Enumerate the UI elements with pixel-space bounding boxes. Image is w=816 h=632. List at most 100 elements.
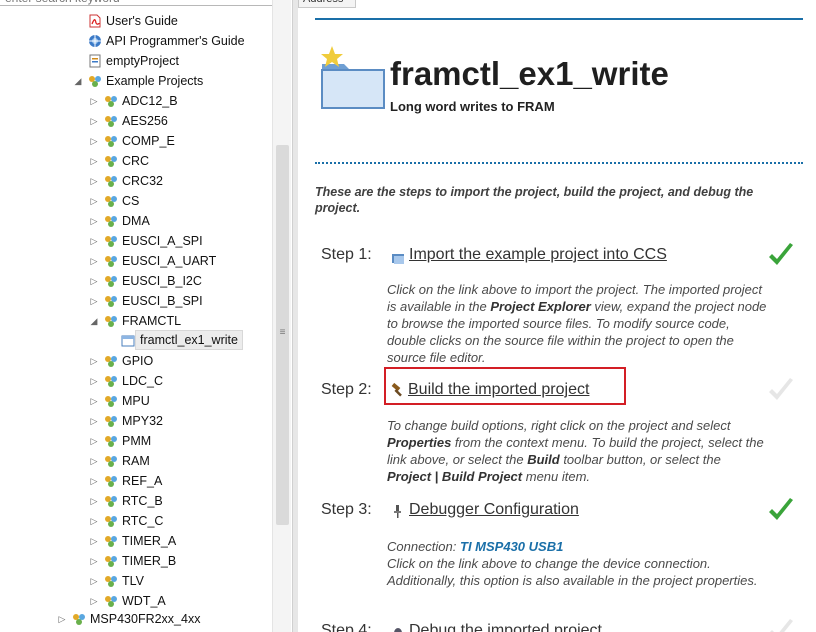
example-folder-icon [104, 254, 118, 268]
example-folder-icon [104, 454, 118, 468]
example-folder-icon [104, 314, 118, 328]
address-tab[interactable]: Address [298, 0, 356, 8]
step2-desc-bold: Properties [387, 435, 452, 450]
collapsed-arrow-icon[interactable]: ▷ [89, 111, 99, 131]
example-folder-icon [104, 174, 118, 188]
tree-item-label: TIMER_B [122, 554, 177, 568]
debugger-configuration-link[interactable]: Debugger Configuration [409, 501, 579, 519]
tree-item-label: LDC_C [122, 374, 163, 388]
example-folder-icon [104, 594, 118, 608]
example-folder-icon [104, 554, 118, 568]
collapsed-arrow-icon[interactable]: ▷ [89, 131, 99, 151]
tree-item-label: Example Projects [106, 74, 204, 88]
tree-item-label: CRC32 [122, 174, 163, 188]
collapsed-arrow-icon[interactable]: ▷ [89, 91, 99, 111]
expanded-arrow-icon[interactable]: ◢ [73, 71, 83, 91]
step2-desc-bold: Project | Build Project [387, 469, 523, 484]
tree-item-label: User's Guide [106, 14, 178, 28]
example-folder-icon [104, 494, 118, 508]
project-tree-panel: User's Guide API Programmer's Guide empt… [0, 0, 292, 632]
project-file-icon [88, 54, 102, 68]
collapsed-arrow-icon[interactable]: ▷ [89, 251, 99, 271]
step3-description: Click on the link above to change the de… [387, 556, 758, 588]
collapsed-arrow-icon[interactable]: ▷ [57, 609, 67, 629]
tree-item-label: GPIO [122, 354, 154, 368]
tree-item-label: TIMER_A [122, 534, 177, 548]
page-title: framctl_ex1_write [390, 55, 669, 92]
scroll-grip-icon: ≡ [279, 327, 286, 338]
collapsed-arrow-icon[interactable]: ▷ [89, 491, 99, 511]
import-icon [391, 250, 407, 266]
collapsed-arrow-icon[interactable]: ▷ [89, 471, 99, 491]
tree-item-label: CS [122, 194, 140, 208]
collapsed-arrow-icon[interactable]: ▷ [89, 511, 99, 531]
step1-desc-bold: Project Explorer [490, 299, 591, 314]
import-project-link[interactable]: Import the example project into CCS [409, 246, 667, 264]
example-folder-icon [104, 574, 118, 588]
collapsed-arrow-icon[interactable]: ▷ [89, 231, 99, 251]
dotted-divider [315, 162, 803, 164]
step3-label: Step 3: [321, 501, 372, 518]
collapsed-arrow-icon[interactable]: ▷ [89, 391, 99, 411]
debug-project-link[interactable]: Debug the imported project [409, 622, 602, 632]
collapsed-arrow-icon[interactable]: ▷ [89, 211, 99, 231]
search-input[interactable] [0, 0, 288, 6]
example-folder-icon [104, 374, 118, 388]
step2-desc-text: toolbar button, or select the [559, 452, 721, 467]
collapsed-arrow-icon[interactable]: ▷ [89, 371, 99, 391]
example-folder-icon [104, 214, 118, 228]
tree-item-label: TLV [122, 574, 144, 588]
step4-label: Step 4: [321, 622, 372, 632]
example-folder-icon [104, 354, 118, 368]
tree-item-label: RTC_B [122, 494, 163, 508]
step2-desc-text: To change build options, right click on … [387, 418, 731, 433]
collapsed-arrow-icon[interactable]: ▷ [89, 351, 99, 371]
tree-item-label: framctl_ex1_write [135, 330, 243, 350]
example-folder-icon [104, 154, 118, 168]
step1-label: Step 1: [321, 246, 372, 263]
example-folder-icon [104, 434, 118, 448]
collapsed-arrow-icon[interactable]: ▷ [89, 591, 99, 611]
collapsed-arrow-icon[interactable]: ▷ [89, 291, 99, 311]
example-folder-icon [88, 74, 102, 88]
collapsed-arrow-icon[interactable]: ▷ [89, 531, 99, 551]
connection-value[interactable]: TI MSP430 USB1 [460, 539, 563, 554]
tree-item-label: MPY32 [122, 414, 163, 428]
help-globe-icon [88, 34, 102, 48]
tree-item-label: COMP_E [122, 134, 175, 148]
collapsed-arrow-icon[interactable]: ▷ [89, 451, 99, 471]
collapsed-arrow-icon[interactable]: ▷ [89, 171, 99, 191]
collapsed-arrow-icon[interactable]: ▷ [89, 551, 99, 571]
example-folder-icon [104, 274, 118, 288]
collapsed-arrow-icon[interactable]: ▷ [89, 151, 99, 171]
step1-check-icon [769, 243, 793, 265]
example-folder-icon [104, 394, 118, 408]
tree-item-label: PMM [122, 434, 152, 448]
collapsed-arrow-icon[interactable]: ▷ [89, 191, 99, 211]
step2-desc-text: menu item. [522, 469, 591, 484]
tree-item-label: WDT_A [122, 594, 166, 608]
step3-check-icon [769, 498, 793, 520]
tree-item-label: EUSCI_A_SPI [122, 234, 203, 248]
example-file-icon [121, 334, 135, 348]
tree-item-label: ADC12_B [122, 94, 178, 108]
collapsed-arrow-icon[interactable]: ▷ [89, 271, 99, 291]
intro-text: These are the steps to import the projec… [315, 185, 754, 215]
expanded-arrow-icon[interactable]: ◢ [89, 311, 99, 331]
example-folder-icon [72, 612, 86, 626]
tree-item-label: MSP430FR2xx_4xx [90, 612, 201, 626]
example-folder-icon [104, 94, 118, 108]
tree-item-label: EUSCI_A_UART [122, 254, 217, 268]
collapsed-arrow-icon[interactable]: ▷ [89, 431, 99, 451]
example-folder-icon [104, 114, 118, 128]
tree-item-label: CRC [122, 154, 150, 168]
tree-item-label: EUSCI_B_SPI [122, 294, 203, 308]
step2-label: Step 2: [321, 381, 372, 398]
tree-item-label: emptyProject [106, 54, 179, 68]
collapsed-arrow-icon[interactable]: ▷ [89, 571, 99, 591]
example-folder-icon [104, 474, 118, 488]
tree-item-label: FRAMCTL [122, 314, 182, 328]
example-folder-icon [104, 194, 118, 208]
collapsed-arrow-icon[interactable]: ▷ [89, 411, 99, 431]
debug-icon [390, 624, 406, 632]
